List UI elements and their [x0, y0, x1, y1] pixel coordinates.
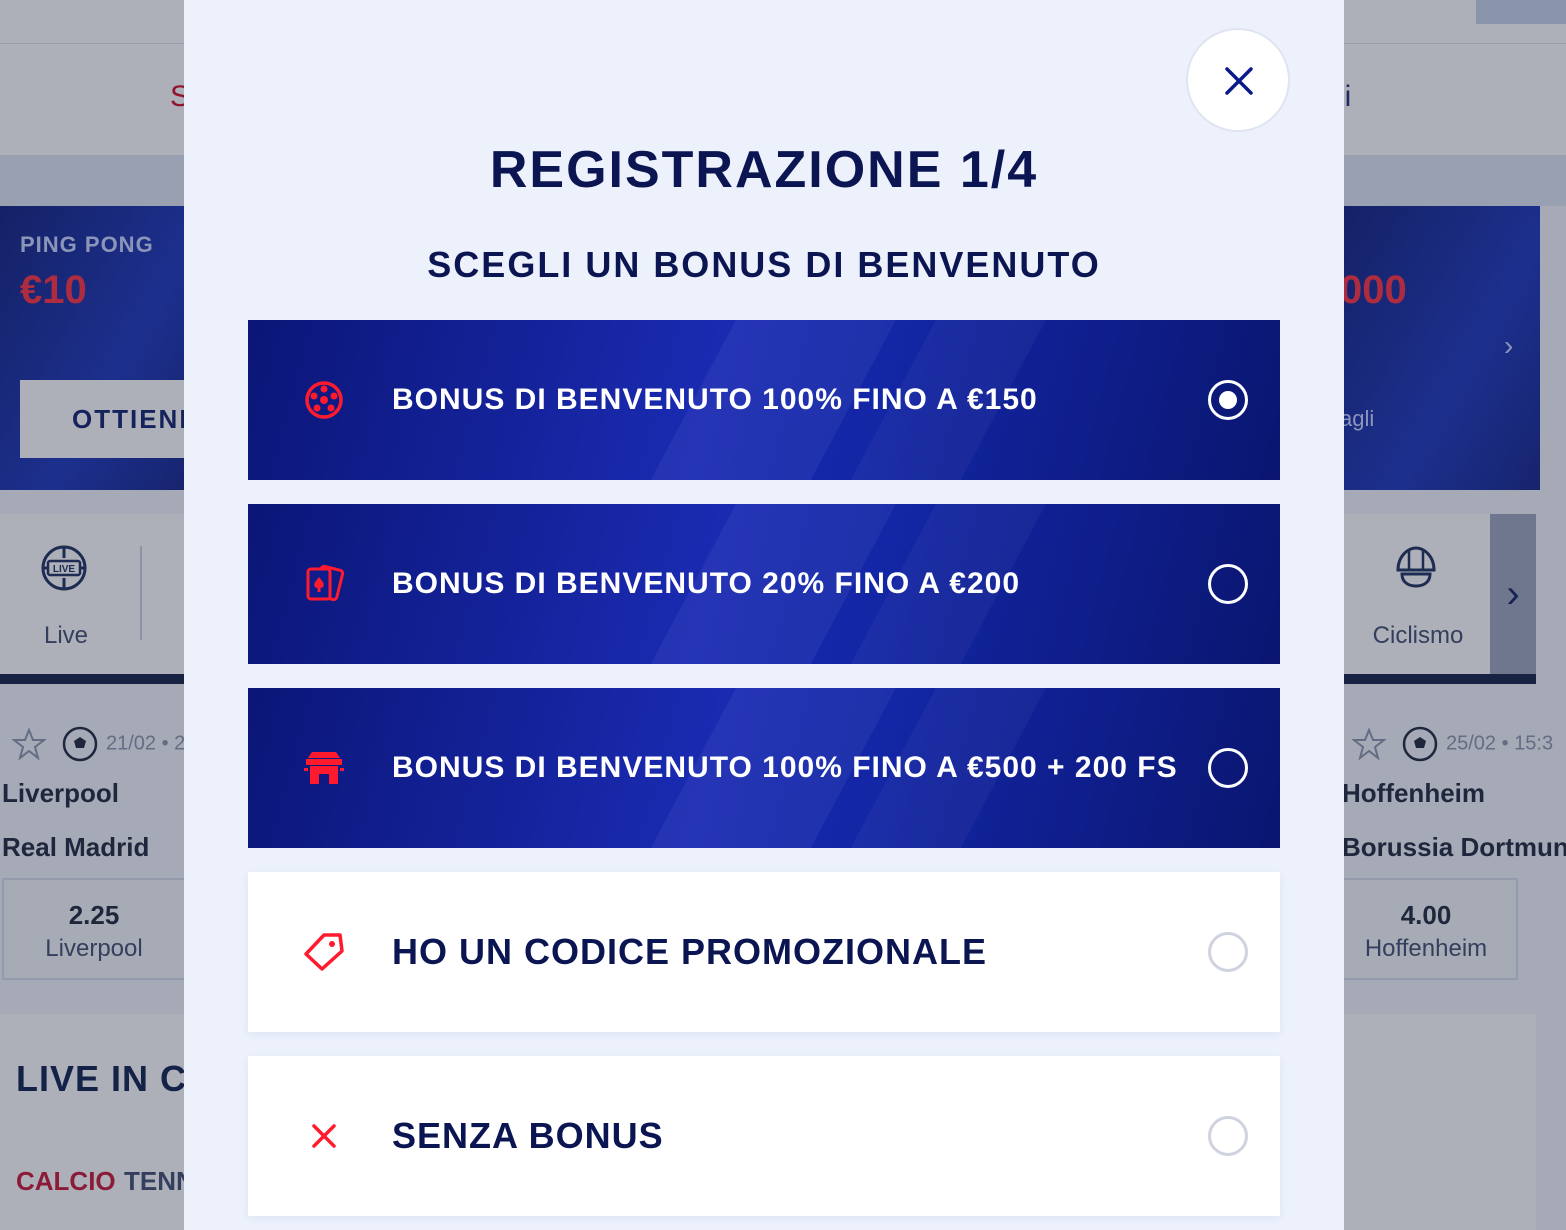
price-tag-icon [304, 933, 344, 971]
radio-button[interactable] [1208, 748, 1248, 788]
no-bonus-option[interactable]: SENZA BONUS [248, 1056, 1280, 1216]
casino-temple-icon [304, 752, 344, 784]
close-button[interactable] [1186, 28, 1290, 132]
modal-subtitle: SCEGLI UN BONUS DI BENVENUTO [427, 244, 1101, 285]
option-label: HO UN CODICE PROMOZIONALE [392, 931, 988, 972]
bonus-option-150[interactable]: BONUS DI BENVENUTO 100% FINO A €150 [248, 320, 1280, 480]
radio-button[interactable] [1208, 380, 1248, 420]
promo-code-option[interactable]: HO UN CODICE PROMOZIONALE [248, 872, 1280, 1032]
option-label: SENZA BONUS [392, 1115, 664, 1156]
bonus-option-500[interactable]: BONUS DI BENVENUTO 100% FINO A €500 + 20… [248, 688, 1280, 848]
option-label: BONUS DI BENVENUTO 100% FINO A €150 [392, 383, 1038, 416]
bonus-option-200[interactable]: BONUS DI BENVENUTO 20% FINO A €200 [248, 504, 1280, 664]
radio-button[interactable] [1208, 1116, 1248, 1156]
football-icon [305, 381, 343, 419]
playing-cards-icon [306, 564, 345, 602]
registration-modal: REGISTRAZIONE 1/4 SCEGLI UN BONUS DI BEN… [184, 0, 1344, 1230]
close-icon [1225, 67, 1253, 95]
option-label: BONUS DI BENVENUTO 100% FINO A €500 + 20… [392, 751, 1178, 784]
option-label: BONUS DI BENVENUTO 20% FINO A €200 [392, 567, 1021, 600]
radio-button[interactable] [1208, 932, 1248, 972]
modal-title: REGISTRAZIONE 1/4 [489, 141, 1039, 199]
cross-icon [312, 1124, 336, 1148]
radio-button[interactable] [1208, 564, 1248, 604]
